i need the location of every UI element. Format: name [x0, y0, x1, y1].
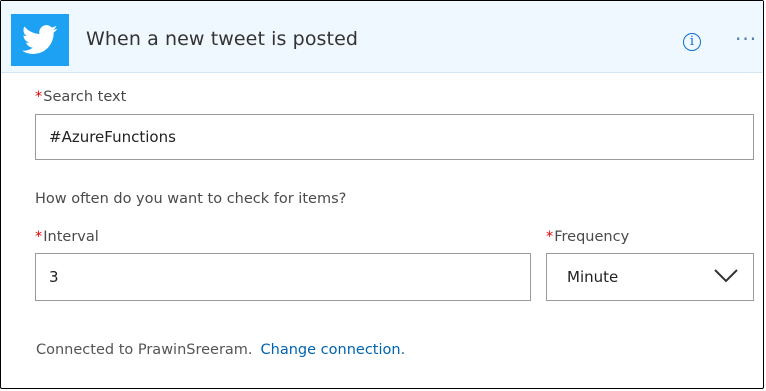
trigger-card: When a new tweet is posted i ··· *Search…	[0, 0, 764, 389]
frequency-value: Minute	[567, 268, 619, 286]
frequency-label: *Frequency	[546, 229, 629, 245]
interval-input[interactable]: 3	[35, 253, 531, 301]
connection-text: Connected to PrawinSreeram.	[36, 342, 253, 358]
twitter-icon	[11, 14, 69, 66]
change-connection-link[interactable]: Change connection.	[261, 342, 406, 358]
search-text-label: *Search text	[35, 89, 126, 105]
recurrence-question: How often do you want to check for items…	[35, 191, 347, 207]
frequency-label-text: Frequency	[554, 229, 630, 245]
frequency-select[interactable]: Minute	[546, 253, 754, 301]
more-options-icon[interactable]: ···	[735, 27, 757, 51]
interval-label: *Interval	[35, 229, 99, 245]
required-marker: *	[546, 229, 554, 245]
chevron-down-icon	[714, 269, 738, 283]
info-icon[interactable]: i	[683, 33, 701, 51]
required-marker: *	[35, 229, 43, 245]
trigger-title: When a new tweet is posted	[86, 28, 359, 50]
search-text-input[interactable]: #AzureFunctions	[35, 114, 754, 160]
interval-label-text: Interval	[43, 229, 99, 245]
search-text-label-text: Search text	[43, 89, 127, 105]
card-header[interactable]: When a new tweet is posted i ···	[1, 1, 763, 73]
required-marker: *	[35, 89, 43, 105]
connection-info: Connected to PrawinSreeram. Change connec…	[36, 342, 405, 358]
